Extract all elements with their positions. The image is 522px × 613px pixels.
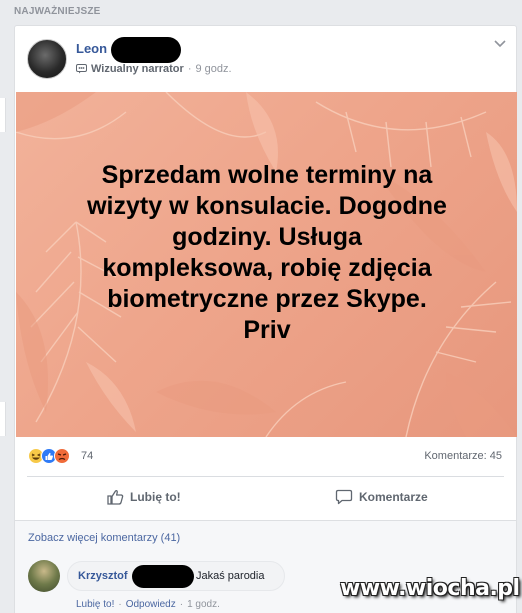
divider: [27, 476, 504, 477]
image-caption-text: Sprzedam wolne terminy na wizyty w konsu…: [87, 161, 447, 344]
feed-post: Leon Wizualny narrator · 9 godz. Sprzeda…: [14, 25, 517, 613]
like-button[interactable]: Lubię to!: [107, 482, 181, 512]
post-header: Leon Wizualny narrator · 9 godz.: [15, 26, 516, 90]
comment-action-separator: ·: [118, 599, 122, 610]
comments-count[interactable]: Komentarze: 45: [424, 450, 502, 462]
meta-separator: ·: [187, 63, 192, 75]
author-avatar[interactable]: [27, 39, 67, 79]
reaction-icons[interactable]: [28, 448, 78, 464]
reaction-count[interactable]: 74: [81, 450, 93, 462]
redaction-mark: [111, 37, 181, 63]
left-column-edge: [0, 402, 6, 436]
comment-author[interactable]: Krzysztof: [78, 570, 128, 582]
comment-bubble: Krzysztof Jakaś parodia: [67, 561, 285, 591]
post-actions: Lubię to! Komentarze: [15, 482, 516, 512]
chevron-down-icon[interactable]: [494, 40, 506, 48]
comment-button[interactable]: Komentarze: [335, 482, 428, 512]
comment-text: Jakaś parodia: [196, 570, 265, 582]
comment-actions: Lubię to! · Odpowiedz · 1 godz.: [76, 599, 220, 610]
author-name[interactable]: Leon: [76, 41, 107, 56]
comment-action-separator: ·: [179, 599, 184, 610]
narrator-icon: [76, 64, 87, 74]
redaction-mark: [132, 565, 194, 588]
site-watermark: www.wiocha.pl: [340, 576, 520, 601]
post-time[interactable]: 9 godz.: [195, 63, 231, 75]
comment-icon: [335, 489, 353, 505]
narrator-label[interactable]: Wizualny narrator: [91, 63, 184, 75]
comment-button-label: Komentarze: [359, 490, 428, 504]
comment-reply-link[interactable]: Odpowiedz: [126, 599, 176, 610]
post-image[interactable]: Sprzedam wolne terminy na wizyty w konsu…: [16, 92, 517, 437]
angry-icon: [54, 448, 70, 464]
thumbs-up-icon: [107, 490, 124, 505]
comment-time[interactable]: 1 godz.: [187, 599, 220, 610]
reactions-row: 74 Komentarze: 45: [15, 444, 516, 472]
section-label: NAJWAŻNIEJSZE: [14, 6, 101, 17]
comment-like-link[interactable]: Lubię to!: [76, 599, 114, 610]
commenter-avatar[interactable]: [28, 560, 60, 592]
like-button-label: Lubię to!: [130, 490, 181, 504]
view-more-comments-link[interactable]: Zobacz więcej komentarzy (41): [28, 532, 180, 544]
left-column-edge: [0, 98, 6, 132]
post-meta: Wizualny narrator · 9 godz.: [76, 63, 232, 75]
